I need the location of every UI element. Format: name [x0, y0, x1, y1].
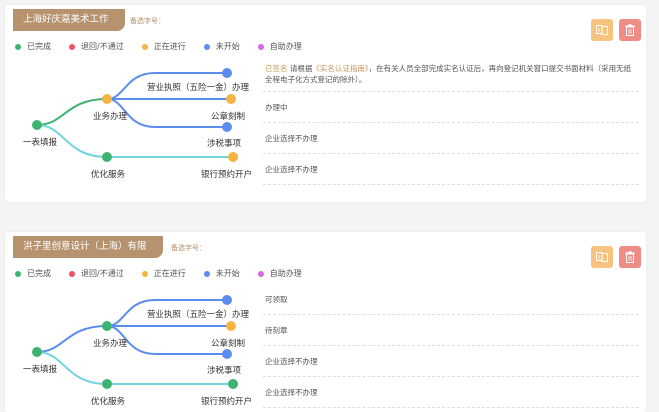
- legend-label: 已完成: [27, 269, 51, 278]
- label-seal: 公章刻制: [211, 338, 245, 348]
- label-root: 一表填报: [23, 137, 58, 147]
- legend-label: 正在进行: [153, 269, 186, 278]
- status-row: 企业选择不办理: [263, 123, 639, 154]
- dot-icon: [15, 43, 21, 50]
- dot-icon: [203, 270, 210, 277]
- legend-label: 退回/不通过: [81, 269, 124, 278]
- legend-label: 自助办理: [269, 269, 302, 278]
- label-tax: 涉税事项: [207, 138, 242, 148]
- status-list: 已签名 请根据《实名认证指南》，在有关人员全部完成实名认证后，再向登记机关窗口提…: [263, 59, 639, 185]
- legend-item: 已完成: [15, 41, 51, 52]
- delete-button[interactable]: [619, 19, 641, 41]
- node-license[interactable]: [222, 68, 232, 78]
- process-flow-diagram: 一表填报 业务办理 营业执照（五险一金）办理 公章刻制 涉税事项 优化服务 银行…: [23, 295, 252, 406]
- node-optimize[interactable]: [102, 152, 112, 162]
- signed-status: 已签名: [265, 64, 288, 73]
- label-bank: 银行预约开户: [201, 396, 252, 406]
- legend-label: 未开始: [215, 42, 240, 51]
- legend-label: 自助办理: [269, 42, 302, 51]
- status-row: 可领取: [263, 284, 639, 315]
- node-seal[interactable]: [226, 321, 236, 331]
- dot-icon: [257, 43, 264, 50]
- switch-button[interactable]: [591, 19, 613, 41]
- legend-label: 退回/不通过: [81, 42, 124, 51]
- status-row: 待刻章: [263, 315, 639, 346]
- dot-icon: [69, 270, 75, 277]
- label-root: 一表填报: [23, 364, 58, 374]
- node-business[interactable]: [102, 321, 112, 331]
- status-list: 可领取 待刻章 企业选择不办理 企业选择不办理: [263, 284, 639, 408]
- legend: 已完成 退回/不通过 正在进行 未开始 自助办理: [15, 268, 320, 279]
- node-bank[interactable]: [228, 379, 238, 389]
- label-business: 业务办理: [93, 338, 128, 348]
- trash-icon: [625, 24, 635, 36]
- legend-item: 正在进行: [141, 268, 186, 279]
- trash-icon: [625, 251, 635, 263]
- dot-icon: [141, 43, 148, 50]
- node-tax[interactable]: [222, 349, 232, 359]
- node-root[interactable]: [32, 347, 42, 357]
- dot-icon: [203, 43, 210, 50]
- label-business: 业务办理: [93, 111, 128, 121]
- memo-label: 备选字号：: [130, 17, 165, 25]
- company-name-tag: 洪子里创意设计（上海）有限公司: [13, 236, 163, 274]
- company-name-tag: 上海好庆嘉美术工作室: [13, 9, 125, 47]
- company-card: 上海好庆嘉美术工作室 备选字号： 已完成 退回/不通过 正在进行 未开始 自助办…: [5, 5, 646, 202]
- label-bank: 银行预约开户: [201, 169, 252, 179]
- legend-label: 已完成: [27, 42, 51, 51]
- legend-item: 自助办理: [257, 268, 302, 279]
- swap-icon: [596, 25, 608, 35]
- node-seal[interactable]: [226, 94, 236, 104]
- status-row: 已签名 请根据《实名认证指南》，在有关人员全部完成实名认证后，再向登记机关窗口提…: [263, 59, 639, 92]
- label-optimize: 优化服务: [91, 169, 126, 179]
- legend-label: 未开始: [215, 269, 240, 278]
- status-row: 企业选择不办理: [263, 377, 639, 408]
- legend-item: 未开始: [203, 41, 240, 52]
- label-license: 营业执照（五险一金）办理: [147, 309, 250, 319]
- swap-icon: [596, 252, 608, 262]
- legend-item: 退回/不通过: [69, 268, 124, 279]
- label-license: 营业执照（五险一金）办理: [147, 82, 250, 92]
- legend-label: 正在进行: [153, 42, 186, 51]
- legend: 已完成 退回/不通过 正在进行 未开始 自助办理: [15, 41, 320, 52]
- node-license[interactable]: [222, 295, 232, 305]
- legend-item: 未开始: [203, 268, 240, 279]
- legend-item: 正在进行: [141, 41, 186, 52]
- guide-link[interactable]: 《实名认证指南》: [312, 64, 368, 73]
- process-flow-diagram: 一表填报 业务办理 营业执照（五险一金）办理 公章刻制 涉税事项 优化服务 银行…: [23, 68, 252, 179]
- node-optimize[interactable]: [102, 379, 112, 389]
- dot-icon: [141, 270, 148, 277]
- node-tax[interactable]: [222, 122, 232, 132]
- status-text: 请根据: [289, 64, 313, 73]
- node-business[interactable]: [102, 94, 112, 104]
- label-tax: 涉税事项: [207, 365, 242, 375]
- label-seal: 公章刻制: [211, 111, 245, 121]
- switch-button[interactable]: [591, 246, 613, 268]
- memo-label: 备选字号：: [171, 244, 206, 252]
- dot-icon: [69, 43, 75, 50]
- legend-item: 自助办理: [257, 41, 302, 52]
- status-row: 企业选择不办理: [263, 346, 639, 377]
- node-bank[interactable]: [228, 152, 238, 162]
- status-row: 企业选择不办理: [263, 154, 639, 185]
- node-root[interactable]: [32, 120, 42, 130]
- dot-icon: [15, 270, 21, 277]
- legend-item: 退回/不通过: [69, 41, 124, 52]
- label-optimize: 优化服务: [91, 396, 126, 406]
- delete-button[interactable]: [619, 246, 641, 268]
- company-card: 洪子里创意设计（上海）有限公司 备选字号： 已完成 退回/不通过 正在进行 未开…: [5, 232, 646, 412]
- legend-item: 已完成: [15, 268, 51, 279]
- status-row: 办理中: [263, 92, 639, 123]
- dot-icon: [257, 270, 264, 277]
